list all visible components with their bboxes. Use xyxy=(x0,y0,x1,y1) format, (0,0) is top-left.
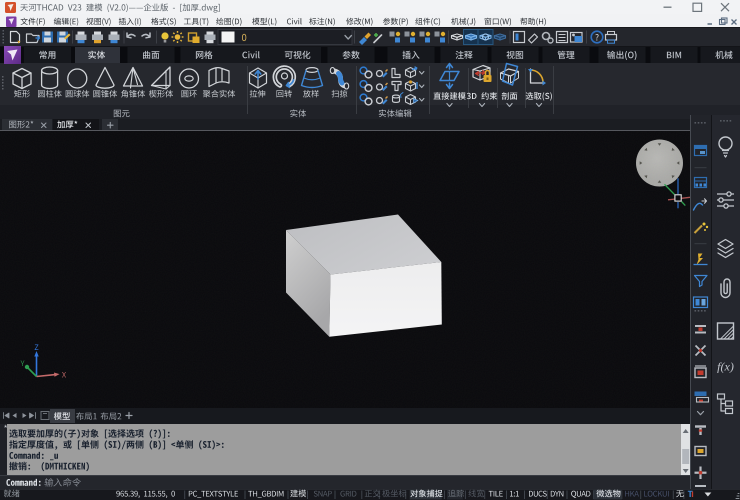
svg-text:f(x): f(x) xyxy=(717,360,734,374)
